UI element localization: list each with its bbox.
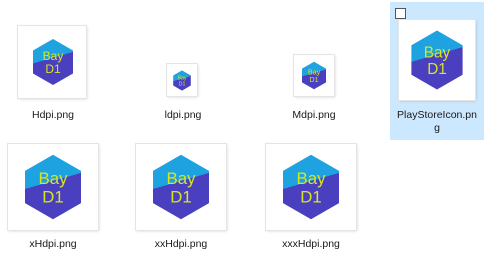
file-name-line2: g: [434, 122, 440, 134]
bay-d1-app-icon: Bay D1: [302, 61, 326, 90]
file-item-mdpi[interactable]: Bay D1 Mdpi.png: [273, 22, 355, 127]
icon-text-line2: D1: [179, 81, 186, 87]
icon-text-line1: Bay: [297, 169, 327, 188]
bay-d1-app-icon: Bay D1: [33, 39, 73, 85]
bay-d1-app-icon: Bay D1: [173, 70, 191, 91]
file-name: xxxHdpi.png: [282, 238, 340, 250]
file-item-xxxhdpi[interactable]: Bay D1 xxxHdpi.png: [263, 140, 359, 255]
bay-d1-app-icon: Bay D1: [283, 154, 339, 220]
icon-text-line1: Bay: [424, 44, 451, 61]
selection-checkbox[interactable]: [395, 8, 406, 19]
bay-d1-app-icon: Bay D1: [153, 154, 209, 220]
file-name: Hdpi.png: [31, 109, 75, 121]
thumbnail-frame: Bay D1: [167, 64, 197, 96]
icon-text-line2: D1: [300, 187, 321, 206]
icon-text-line2: D1: [45, 62, 61, 76]
icon-text-line2: D1: [427, 61, 447, 78]
file-name: Mdpi.png: [292, 109, 336, 121]
file-item-xxhdpi[interactable]: Bay D1 xxHdpi.png: [133, 140, 229, 255]
thumbnail-frame: Bay D1: [18, 26, 86, 98]
thumbnail-frame: Bay D1: [136, 144, 226, 230]
file-item-playstoreicon[interactable]: Bay D1 PlayStoreIcon.pn g: [390, 2, 484, 140]
icon-text-line2: D1: [42, 187, 63, 206]
icon-text-line2: D1: [170, 187, 191, 206]
icon-text-line1: Bay: [167, 169, 197, 188]
thumbnail-frame: Bay D1: [294, 55, 334, 96]
bay-d1-app-icon: Bay D1: [25, 154, 81, 220]
icon-text-line2: D1: [309, 75, 318, 84]
file-name-line1: PlayStoreIcon.pn: [397, 109, 477, 121]
file-explorer-view: { "colors": { "hex_top": "#1fa2e0", "hex…: [0, 0, 491, 259]
file-item-hdpi[interactable]: Bay D1 Hdpi.png: [12, 22, 94, 127]
file-name: xHdpi.png: [29, 238, 77, 250]
icon-text-line1: Bay: [177, 76, 186, 82]
icon-text-line1: Bay: [39, 169, 69, 188]
file-item-xhdpi[interactable]: Bay D1 xHdpi.png: [5, 140, 101, 255]
file-item-ldpi[interactable]: Bay D1 ldpi.png: [142, 22, 224, 127]
bay-d1-app-icon: Bay D1: [411, 30, 463, 90]
thumbnail-frame: Bay D1: [8, 144, 98, 230]
file-name: xxHdpi.png: [154, 238, 208, 250]
file-name: ldpi.png: [164, 109, 202, 121]
thumbnail-frame: Bay D1: [266, 144, 356, 230]
icon-text-line1: Bay: [43, 49, 64, 63]
thumbnail-frame: Bay D1: [399, 20, 475, 100]
